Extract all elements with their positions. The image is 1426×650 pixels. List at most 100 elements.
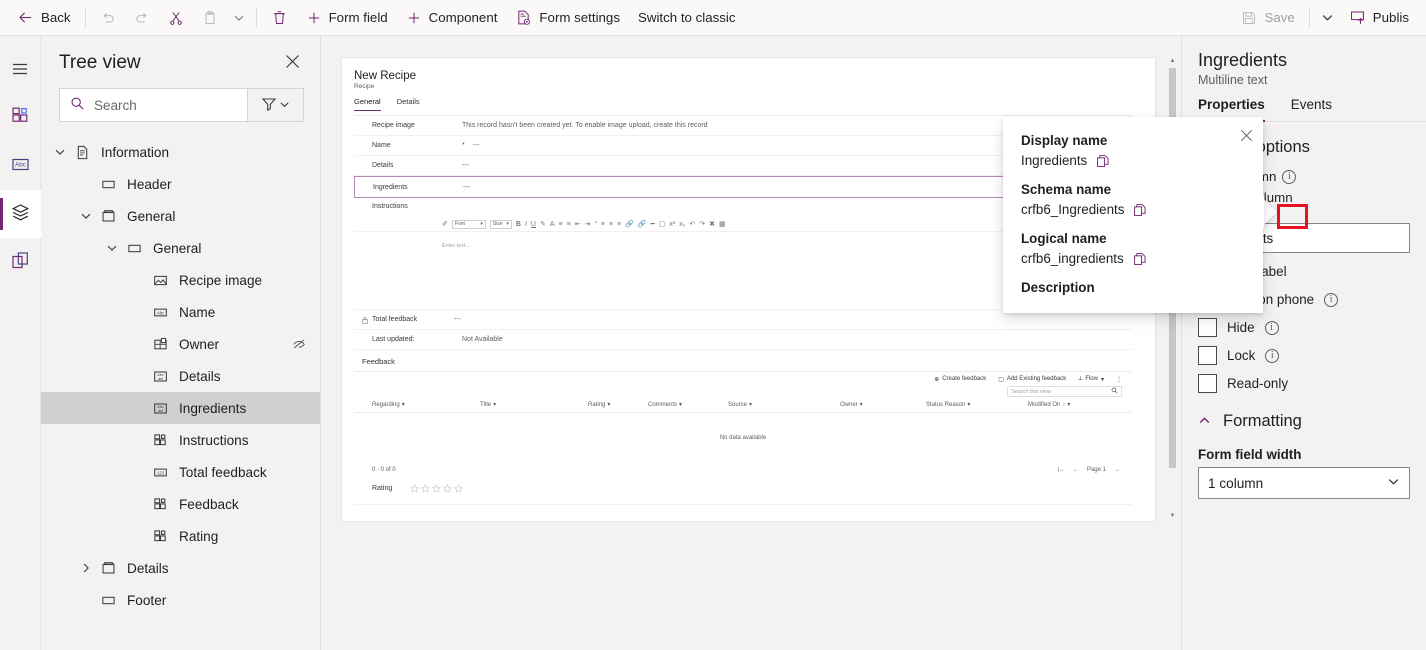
rail-item-components[interactable] [0, 94, 41, 142]
copy-icon[interactable] [1133, 203, 1147, 217]
cut-button[interactable] [159, 3, 193, 33]
tree-node-general[interactable]: General [41, 232, 320, 264]
rail-item-tree-view[interactable] [0, 190, 41, 238]
bulleted-list-icon[interactable]: ≡ [559, 221, 563, 228]
align-right-icon[interactable]: ≡ [617, 221, 621, 228]
checkbox-hide[interactable] [1198, 318, 1217, 337]
checkbox-label[interactable]: Read-only [1227, 376, 1288, 391]
rating-star[interactable] [454, 481, 464, 496]
subgrid-search-box[interactable]: Search this view [1007, 386, 1122, 397]
link-icon[interactable]: 🔗 [625, 221, 634, 228]
first-page-icon[interactable]: |← [1057, 467, 1065, 473]
subgrid-command-more[interactable]: ⋮ [1116, 376, 1122, 383]
close-tree-view-button[interactable] [281, 50, 304, 76]
paste-options-caret[interactable] [227, 3, 251, 33]
info-icon[interactable]: i [1324, 292, 1339, 307]
horizontal-rule-icon[interactable]: ━ [651, 221, 655, 228]
chevron-down-icon[interactable]: ▾ [967, 401, 970, 408]
rating-stars[interactable] [410, 481, 464, 496]
rating-star[interactable] [432, 481, 442, 496]
highlight-icon[interactable]: ✎ [540, 221, 546, 228]
italic-icon[interactable]: I [525, 221, 527, 228]
rating-star[interactable] [410, 481, 420, 496]
tree-node-footer[interactable]: Footer [41, 584, 320, 616]
tree-node-rating[interactable]: Rating [41, 520, 320, 552]
checkbox-lock[interactable] [1198, 346, 1217, 365]
tree-node-total-feedback[interactable]: 123 Total feedback [41, 456, 320, 488]
checkbox-row-lock[interactable]: Lock i [1182, 337, 1426, 365]
clear-format-icon[interactable]: ✖ [709, 221, 715, 228]
copy-icon[interactable] [1133, 252, 1147, 266]
rating-star[interactable] [443, 481, 453, 496]
component-button[interactable]: Component [397, 3, 507, 33]
formatting-accordion-header[interactable]: Formatting [1182, 393, 1426, 435]
decrease-indent-icon[interactable]: ⇤ [575, 221, 581, 228]
tree-node-ingredients[interactable]: Abc def Ingredients [41, 392, 320, 424]
unlink-icon[interactable]: 🔗 [638, 221, 647, 228]
table-icon[interactable]: ▦ [719, 221, 726, 228]
font-color-icon[interactable]: A [550, 221, 555, 228]
chevron-down-icon[interactable] [101, 242, 123, 254]
checkbox-row-read-only[interactable]: Read-only [1182, 365, 1426, 393]
numbered-list-icon[interactable]: ≡ [567, 221, 571, 228]
tree-filter-button[interactable] [248, 88, 304, 122]
publish-button[interactable]: Publis [1340, 3, 1418, 33]
increase-indent-icon[interactable]: ⇥ [585, 221, 591, 228]
tree-node-name[interactable]: Abc Name [41, 296, 320, 328]
save-options-caret[interactable] [1315, 3, 1340, 33]
blockquote-icon[interactable]: “ [594, 221, 596, 228]
undo-button[interactable] [91, 3, 125, 33]
scroll-down-arrow[interactable]: ▼ [1169, 513, 1176, 520]
checkbox-label[interactable]: Lock [1227, 348, 1255, 363]
superscript-icon[interactable]: x² [669, 221, 675, 228]
chevron-down-icon[interactable]: ▾ [607, 401, 610, 408]
tree-node-feedback[interactable]: Feedback [41, 488, 320, 520]
subgrid-command-flow[interactable]: ⟂ Flow ▾ [1078, 376, 1104, 383]
switch-to-classic-button[interactable]: Switch to classic [629, 3, 745, 33]
tree-search-box[interactable] [59, 88, 248, 122]
chevron-down-icon[interactable]: ▾ [493, 401, 496, 408]
back-button[interactable]: Back [8, 3, 80, 33]
subscript-icon[interactable]: x₂ [679, 221, 685, 228]
chevron-right-icon[interactable] [75, 562, 97, 574]
tree-node-details[interactable]: Details [41, 552, 320, 584]
checkbox-read-only[interactable] [1198, 374, 1217, 393]
rating-star[interactable] [421, 481, 431, 496]
paste-button[interactable] [193, 3, 227, 33]
tree-node-recipe-image[interactable]: Recipe image [41, 264, 320, 296]
rte-size-select[interactable]: Size ▾ [489, 219, 512, 229]
next-page-icon[interactable]: → [1114, 467, 1120, 473]
save-button[interactable]: Save [1232, 3, 1303, 33]
tree-node-instructions[interactable]: Instructions [41, 424, 320, 456]
rail-item-menu[interactable] [0, 46, 41, 94]
align-left-icon[interactable]: ≡ [601, 221, 605, 228]
underline-icon[interactable]: U [531, 221, 536, 228]
form-field-width-select[interactable]: 1 column [1198, 467, 1410, 499]
rte-font-select[interactable]: Font ▾ [451, 219, 486, 229]
chevron-down-icon[interactable]: ▾ [679, 401, 682, 408]
image-icon[interactable]: ▢ [659, 221, 666, 228]
chevron-down-icon[interactable]: ▾ [402, 401, 405, 408]
info-icon[interactable]: i [1264, 320, 1279, 335]
delete-button[interactable] [262, 3, 297, 33]
undo-icon[interactable]: ↶ [689, 221, 695, 228]
redo-icon[interactable]: ↷ [699, 221, 705, 228]
format-painter-icon[interactable]: ✐ [442, 221, 448, 228]
tree-search-input[interactable] [94, 97, 237, 113]
bold-icon[interactable]: B [516, 221, 521, 228]
info-icon[interactable]: i [1265, 348, 1280, 363]
form-tab-general[interactable]: General [354, 97, 381, 111]
checkbox-row-hide[interactable]: Hide i [1182, 309, 1426, 337]
form-row-total-feedback[interactable]: Total feedback --- [354, 310, 1132, 330]
tree-node-owner[interactable]: Owner [41, 328, 320, 360]
chevron-down-icon[interactable]: ▾ [749, 401, 752, 408]
tree-node-header[interactable]: Header [41, 168, 320, 200]
align-center-icon[interactable]: ≡ [609, 221, 613, 228]
chevron-down-icon[interactable] [75, 210, 97, 222]
subgrid-command-create-feedback[interactable]: ⊕ Create feedback [934, 376, 986, 383]
form-row-last-updated[interactable]: Last updated: Not Available [354, 330, 1132, 350]
form-row-rating[interactable]: Rating [354, 477, 1132, 505]
rail-item-table-columns[interactable]: Abc [0, 142, 41, 190]
copy-icon[interactable] [1096, 154, 1110, 168]
form-settings-button[interactable]: Form settings [506, 3, 629, 33]
